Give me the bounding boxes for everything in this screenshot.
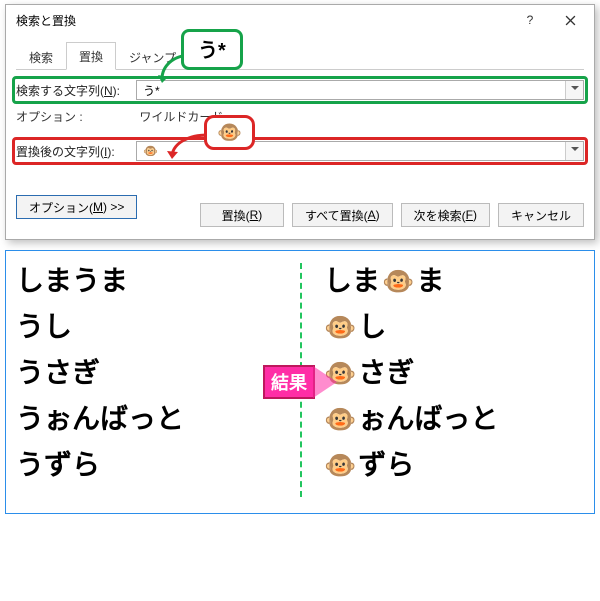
list-item: 🐵さぎ bbox=[324, 359, 584, 387]
tab-search[interactable]: 検索 bbox=[16, 43, 66, 70]
help-button[interactable]: ? bbox=[510, 6, 550, 34]
list-item: うさぎ bbox=[16, 359, 276, 387]
tabs: 検索 置換 ジャンプ bbox=[16, 41, 584, 70]
list-item: うずら bbox=[16, 451, 276, 479]
options-button[interactable]: オプション(M) >> bbox=[16, 195, 137, 219]
replace-all-button[interactable]: すべて置換(A) bbox=[292, 203, 393, 227]
cancel-button[interactable]: キャンセル bbox=[498, 203, 584, 227]
find-dropdown[interactable] bbox=[565, 81, 583, 99]
list-item: しま🐵ま bbox=[324, 267, 584, 295]
find-replace-dialog: 検索と置換 ? う* 検索 置換 ジャンプ 検索する文字列(N): う* bbox=[5, 4, 595, 240]
arrow-right-icon bbox=[313, 366, 337, 398]
options-row: オプション : ワイルドカード bbox=[16, 108, 584, 125]
find-callout: う* bbox=[181, 29, 243, 70]
list-item: うし bbox=[16, 313, 276, 341]
list-item: 🐵し bbox=[324, 313, 584, 341]
list-item: しまうま bbox=[16, 267, 276, 295]
replace-input[interactable]: 🐵 bbox=[136, 141, 584, 161]
list-item: 🐵ずら bbox=[324, 451, 584, 479]
chevron-down-icon bbox=[571, 86, 579, 94]
list-item: 🐵ぉんばっと bbox=[324, 405, 584, 433]
find-row: 検索する文字列(N): う* bbox=[16, 80, 584, 100]
results-panel: 結果 しまうま うし うさぎ うぉんばっと うずら しま🐵ま 🐵し 🐵さぎ 🐵ぉ… bbox=[5, 250, 595, 514]
find-input-value: う* bbox=[143, 82, 160, 99]
close-icon bbox=[565, 15, 576, 26]
find-label: 検索する文字列(N): bbox=[16, 82, 136, 99]
result-badge: 結果 bbox=[263, 365, 337, 399]
result-label: 結果 bbox=[263, 365, 315, 399]
replace-callout: 🐵 bbox=[204, 115, 255, 150]
find-input[interactable]: う* bbox=[136, 80, 584, 100]
tab-jump[interactable]: ジャンプ bbox=[116, 43, 189, 70]
replace-dropdown[interactable] bbox=[565, 142, 583, 160]
close-button[interactable] bbox=[550, 6, 590, 34]
before-column: しまうま うし うさぎ うぉんばっと うずら bbox=[16, 263, 284, 497]
replace-button[interactable]: 置換(R) bbox=[200, 203, 284, 227]
find-next-button[interactable]: 次を検索(F) bbox=[401, 203, 490, 227]
list-item: うぉんばっと bbox=[16, 405, 276, 433]
options-label: オプション : bbox=[16, 108, 136, 125]
replace-label: 置換後の文字列(I): bbox=[16, 143, 136, 160]
replace-row: 置換後の文字列(I): 🐵 bbox=[16, 141, 584, 161]
tab-replace[interactable]: 置換 bbox=[66, 42, 116, 70]
titlebar: 検索と置換 ? bbox=[6, 5, 594, 35]
chevron-down-icon bbox=[571, 147, 579, 155]
button-row: 置換(R) すべて置換(A) 次を検索(F) キャンセル bbox=[200, 203, 584, 227]
replace-input-value: 🐵 bbox=[143, 144, 158, 158]
dialog-title: 検索と置換 bbox=[16, 12, 510, 29]
